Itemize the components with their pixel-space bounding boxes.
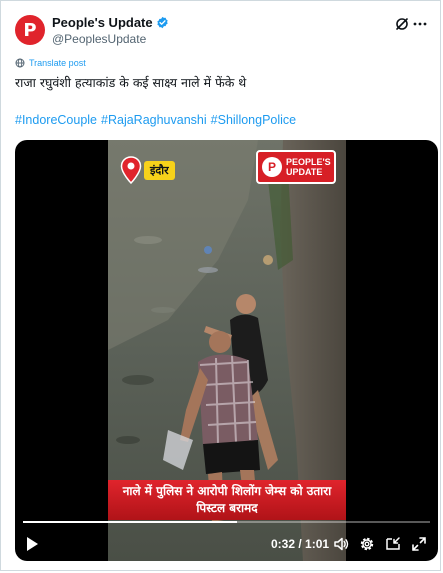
hashtag-link[interactable]: #ShillongPolice [211, 113, 296, 127]
video-time-display: 0:32 / 1:01 [271, 537, 330, 551]
author-display-name[interactable]: People's Update [52, 15, 153, 30]
location-tag: इंदौर [120, 156, 175, 184]
play-icon[interactable] [25, 536, 39, 552]
verified-badge-icon [156, 16, 169, 29]
video-player[interactable]: इंदौर P PEOPLE'S UPDATE नाले में पुलिस न… [15, 140, 438, 561]
video-progress-bar[interactable] [23, 521, 430, 523]
caption-line: पिस्टल बरामद [196, 501, 258, 515]
author-names: People's Update @PeoplesUpdate [52, 14, 169, 46]
brand-logo-text: PEOPLE'S UPDATE [286, 157, 331, 177]
settings-gear-icon[interactable] [359, 536, 375, 552]
brand-mark-icon: P [262, 157, 282, 177]
video-controls: 0:32 / 1:01 [15, 533, 438, 555]
post-card[interactable]: P People's Update @PeoplesUpdate Transla… [0, 0, 441, 571]
video-frame[interactable]: इंदौर P PEOPLE'S UPDATE नाले में पुलिस न… [108, 140, 346, 561]
author-handle[interactable]: @PeoplesUpdate [52, 32, 169, 46]
location-label: इंदौर [144, 160, 175, 180]
hashtag-link[interactable]: #RajaRaghuvanshi [101, 113, 207, 127]
translate-post-label: Translate post [29, 58, 86, 68]
volume-icon[interactable] [333, 536, 349, 552]
hashtag-list: #IndoreCouple #RajaRaghuvanshi #Shillong… [15, 113, 296, 127]
avatar-letter: P [23, 19, 37, 41]
picture-in-picture-icon[interactable] [385, 536, 401, 552]
more-options-icon[interactable] [412, 16, 428, 32]
location-pin-icon [120, 156, 142, 184]
post-text: राजा रघुवंशी हत्याकांड के कई साक्ष्य नाल… [15, 75, 247, 90]
avatar[interactable]: P [15, 15, 45, 45]
video-caption-banner: नाले में पुलिस ने आरोपी शिलोंग जेम्स को … [108, 480, 346, 520]
peoples-update-logo: P PEOPLE'S UPDATE [256, 150, 336, 184]
caption-line: नाले में पुलिस ने आरोपी शिलोंग जेम्स को … [122, 484, 332, 498]
hashtag-link[interactable]: #IndoreCouple [15, 113, 97, 127]
translate-post-link[interactable]: Translate post [15, 58, 86, 68]
video-progress-fill [23, 521, 237, 523]
post-header: P People's Update @PeoplesUpdate [15, 13, 428, 47]
fullscreen-icon[interactable] [411, 536, 427, 552]
globe-icon [15, 58, 25, 68]
grok-icon[interactable] [394, 16, 410, 32]
